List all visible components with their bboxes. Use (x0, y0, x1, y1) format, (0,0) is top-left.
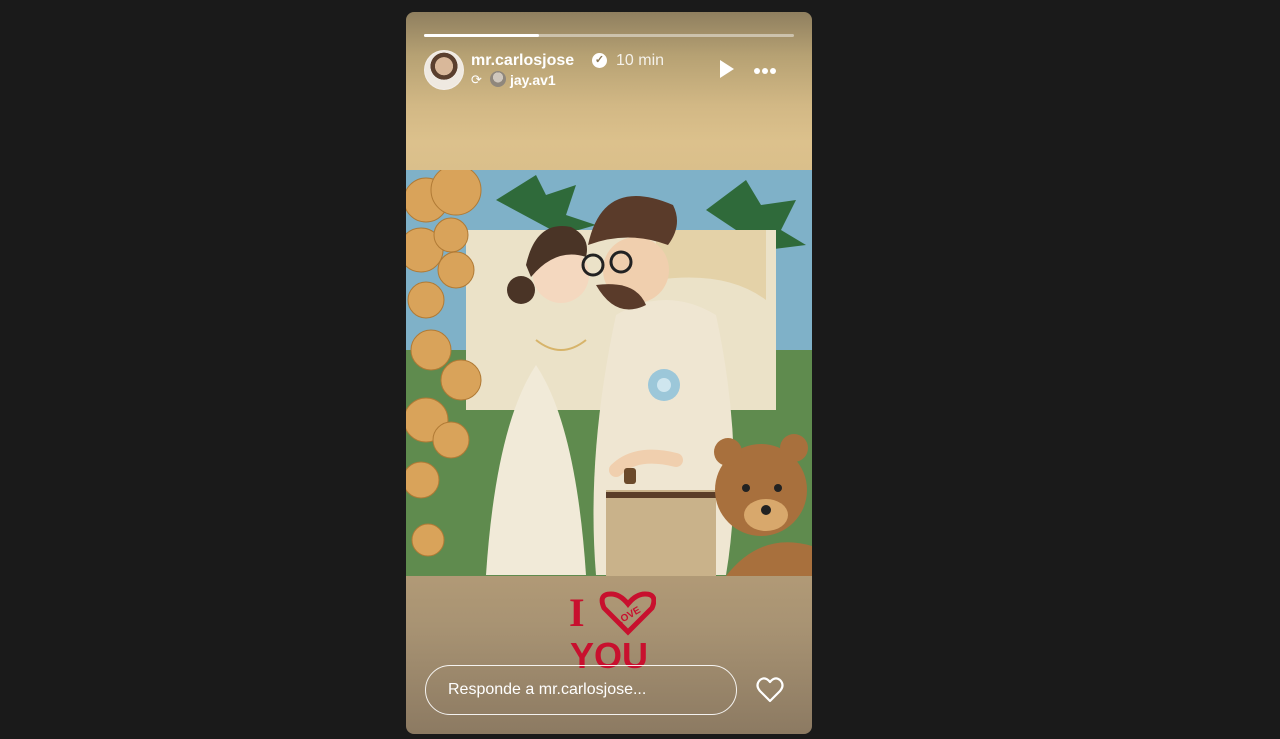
heart-icon[interactable] (756, 677, 784, 703)
play-icon[interactable] (720, 60, 734, 78)
more-icon[interactable] (754, 62, 782, 76)
story-progress-bar (424, 34, 794, 37)
story-progress-fill (424, 34, 539, 37)
repost-icon: ⟳ (471, 72, 482, 87)
username[interactable]: mr.carlosjose (471, 52, 574, 70)
story-timestamp: 10 min (616, 52, 665, 69)
i-love-you-sticker: I LOVE YOU (566, 590, 657, 676)
reposted-username[interactable]: jay.av1 (510, 72, 556, 88)
reposted-user-avatar[interactable] (490, 71, 506, 87)
story-image (406, 170, 812, 576)
reply-input[interactable]: Responde a mr.carlosjose... (425, 665, 737, 715)
story-viewer: mr.carlosjose ✓ 10 min ⟳ jay.av1 I LOVE … (406, 12, 812, 734)
verified-badge-icon: ✓ (592, 53, 607, 68)
sticker-text-i: I (569, 590, 585, 635)
story-header: mr.carlosjose ✓ 10 min ⟳ jay.av1 (424, 50, 794, 94)
avatar[interactable] (424, 50, 464, 90)
